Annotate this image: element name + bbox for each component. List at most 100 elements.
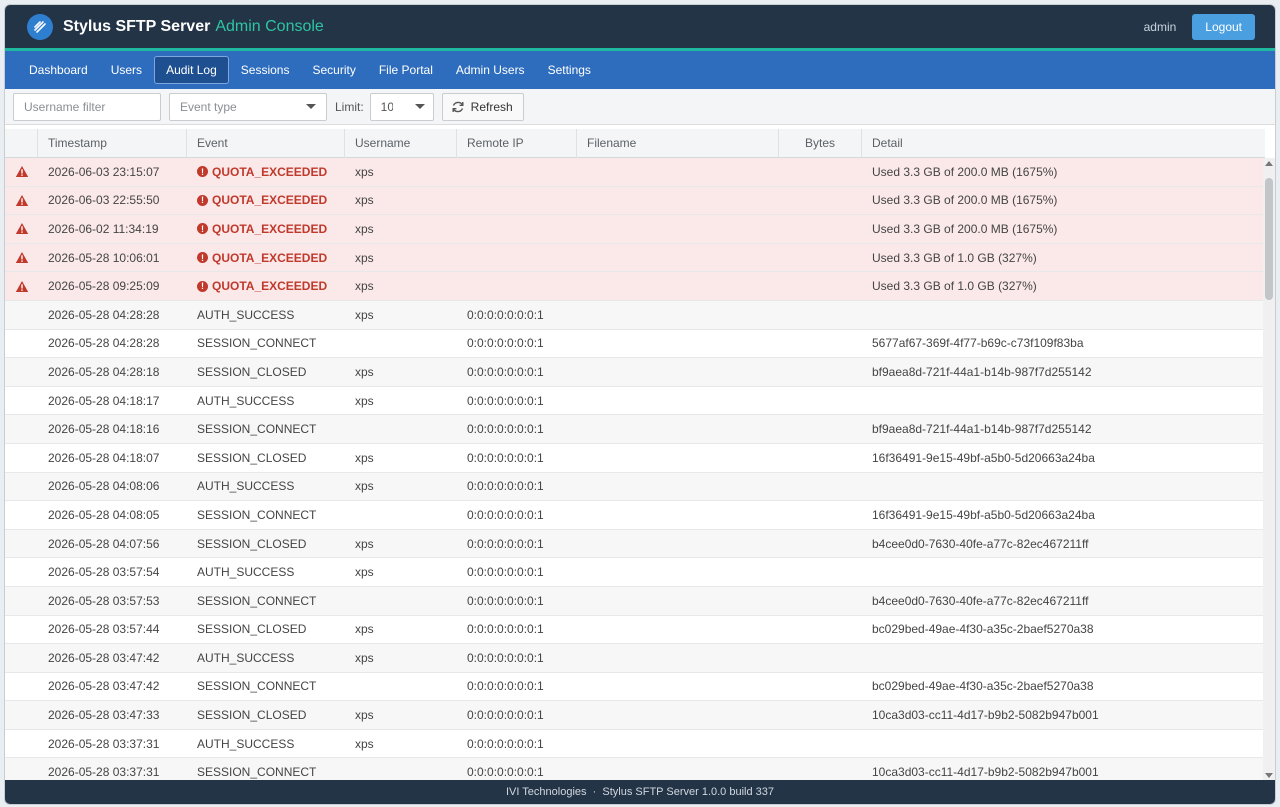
nav-sessions[interactable]: Sessions xyxy=(230,57,301,83)
table-row[interactable]: 2026-05-28 04:07:56 SESSION_CLOSED xps 0:0:… xyxy=(5,529,1265,559)
scroll-up-icon[interactable] xyxy=(1265,161,1273,166)
table-row[interactable]: 2026-05-28 04:08:05 SESSION_CONNECT 0:0:0:… xyxy=(5,501,1265,530)
table-row[interactable]: 2026-05-28 03:37:31 SESSION_CONNECT 0:0:0:… xyxy=(5,758,1265,781)
cell-timestamp: 2026-05-28 03:37:31 xyxy=(48,765,160,780)
nav-file-portal[interactable]: File Portal xyxy=(368,57,444,83)
nav-admin-users[interactable]: Admin Users xyxy=(445,57,536,83)
row-status-cell xyxy=(5,251,38,264)
cell-detail: Used 3.3 GB of 1.0 GB (327%) xyxy=(872,250,1037,265)
exclamation-circle-icon: ! xyxy=(197,194,208,206)
cell-username: xps xyxy=(355,221,374,236)
col-bytes[interactable]: Bytes xyxy=(779,129,862,158)
table-row[interactable]: 2026-06-03 23:15:07! QUOTA_EXCEEDED xps Use… xyxy=(5,158,1265,187)
cell-event: SESSION_CONNECT xyxy=(197,765,317,780)
table-row[interactable]: 2026-05-28 03:47:42 SESSION_CONNECT 0:0:0:… xyxy=(5,673,1265,702)
cell-timestamp: 2026-05-28 04:08:06 xyxy=(48,479,160,494)
cell-detail: 16f36491-9e15-49bf-a5b0-5d20663a24ba xyxy=(872,507,1095,522)
table-row[interactable]: 2026-05-28 04:08:06 AUTH_SUCCESS xps 0:0:0:… xyxy=(5,472,1265,502)
username-filter-input[interactable]: Username filter xyxy=(13,92,161,121)
cell-username: xps xyxy=(355,193,374,208)
footer: IVI Technologies · Stylus SFTP Server 1.… xyxy=(5,780,1275,804)
col-timestamp[interactable]: Timestamp xyxy=(38,129,187,158)
scroll-down-icon[interactable] xyxy=(1265,773,1273,778)
app-window: Stylus SFTP Server Admin Console admin L… xyxy=(4,4,1276,805)
logout-button[interactable]: Logout xyxy=(1192,13,1255,40)
table-row[interactable]: 2026-05-28 09:25:09! QUOTA_EXCEEDED xps Use… xyxy=(5,272,1265,301)
warning-triangle-icon xyxy=(15,280,28,292)
cell-timestamp: 2026-05-28 04:28:18 xyxy=(48,364,160,379)
table-row[interactable]: 2026-05-28 03:57:53 SESSION_CONNECT 0:0:0:… xyxy=(5,586,1265,616)
cell-username: xps xyxy=(355,565,374,580)
nav-settings[interactable]: Settings xyxy=(537,57,602,83)
col-event[interactable]: Event xyxy=(187,129,345,158)
stylus-logo-icon xyxy=(27,13,53,40)
cell-timestamp: 2026-05-28 04:18:16 xyxy=(48,422,160,437)
exclamation-circle-icon: ! xyxy=(197,166,208,178)
table-scrollbar[interactable] xyxy=(1263,158,1275,781)
cell-remote-ip: 0:0:0:0:0:0:0:1 xyxy=(467,336,544,351)
cell-remote-ip: 0:0:0:0:0:0:0:1 xyxy=(467,422,544,437)
nav-dashboard[interactable]: Dashboard xyxy=(18,57,99,83)
cell-timestamp: 2026-05-28 04:28:28 xyxy=(48,307,160,322)
cell-timestamp: 2026-05-28 03:47:42 xyxy=(48,679,160,694)
cell-remote-ip: 0:0:0:0:0:0:0:1 xyxy=(467,507,544,522)
cell-remote-ip: 0:0:0:0:0:0:0:1 xyxy=(467,450,544,465)
cell-username: xps xyxy=(355,536,374,551)
cell-remote-ip: 0:0:0:0:0:0:0:1 xyxy=(467,307,544,322)
scrollbar-thumb[interactable] xyxy=(1265,178,1273,300)
limit-select[interactable]: 10 xyxy=(369,92,434,121)
cell-event: SESSION_CLOSED xyxy=(197,708,307,723)
cell-event: SESSION_CLOSED xyxy=(197,536,307,551)
filter-bar: Username filter Event type Limit: 10 Ref… xyxy=(5,89,1275,125)
cell-username: xps xyxy=(355,479,374,494)
table-row[interactable]: 2026-05-28 03:57:54 AUTH_SUCCESS xps 0:0:0:… xyxy=(5,558,1265,587)
table-row[interactable]: 2026-06-03 22:55:50! QUOTA_EXCEEDED xps Use… xyxy=(5,186,1265,216)
app-subtitle: Admin Console xyxy=(215,17,324,35)
table-row[interactable]: 2026-05-28 04:28:18 SESSION_CLOSED xps 0:0:… xyxy=(5,358,1265,387)
nav-security[interactable]: Security xyxy=(301,57,366,83)
event-type-placeholder: Event type xyxy=(180,99,237,114)
table-row[interactable]: 2026-05-28 04:18:07 SESSION_CLOSED xps 0:0:… xyxy=(5,444,1265,473)
table-row[interactable]: 2026-05-28 04:18:17 AUTH_SUCCESS xps 0:0:0:… xyxy=(5,387,1265,416)
table-row[interactable]: 2026-05-28 04:18:16 SESSION_CONNECT 0:0:0:… xyxy=(5,415,1265,444)
cell-timestamp: 2026-05-28 03:57:44 xyxy=(48,622,160,637)
exclamation-circle-icon: ! xyxy=(197,280,208,292)
table-row[interactable]: 2026-05-28 04:28:28 AUTH_SUCCESS xps 0:0:0:… xyxy=(5,300,1265,330)
event-label: QUOTA_EXCEEDED xyxy=(212,221,328,236)
cell-timestamp: 2026-05-28 09:25:09 xyxy=(48,279,160,294)
cell-detail: 16f36491-9e15-49bf-a5b0-5d20663a24ba xyxy=(872,450,1095,465)
table-row[interactable]: 2026-05-28 03:37:31 AUTH_SUCCESS xps 0:0:0:… xyxy=(5,730,1265,759)
refresh-button[interactable]: Refresh xyxy=(441,92,524,121)
cell-detail: bc029bed-49ae-4f30-a35c-2baef5270a38 xyxy=(872,622,1094,637)
event-label: QUOTA_EXCEEDED xyxy=(212,279,328,294)
nav-users[interactable]: Users xyxy=(100,57,153,83)
col-filename[interactable]: Filename xyxy=(577,129,779,158)
cell-event: AUTH_SUCCESS xyxy=(197,393,295,408)
col-username[interactable]: Username xyxy=(345,129,457,158)
nav-audit-log[interactable]: Audit Log xyxy=(154,56,229,84)
cell-event: ! QUOTA_EXCEEDED xyxy=(187,251,345,265)
event-type-select[interactable]: Event type xyxy=(169,92,327,121)
table-row[interactable]: 2026-05-28 03:57:44 SESSION_CLOSED xps 0:0:… xyxy=(5,616,1265,645)
main-nav: Dashboard Users Audit Log Sessions Secur… xyxy=(5,51,1275,89)
exclamation-circle-icon: ! xyxy=(197,223,208,235)
exclamation-circle-icon: ! xyxy=(197,252,208,264)
row-status-cell xyxy=(5,280,38,293)
table-row[interactable]: 2026-05-28 10:06:01! QUOTA_EXCEEDED xps Use… xyxy=(5,243,1265,273)
cell-remote-ip: 0:0:0:0:0:0:0:1 xyxy=(467,622,544,637)
cell-username: xps xyxy=(355,250,374,265)
col-detail[interactable]: Detail xyxy=(862,129,1262,158)
app-title: Stylus SFTP Server xyxy=(63,17,211,35)
table-row[interactable]: 2026-05-28 03:47:33 SESSION_CLOSED xps 0:0:… xyxy=(5,701,1265,730)
cell-detail: Used 3.3 GB of 1.0 GB (327%) xyxy=(872,279,1037,294)
table-row[interactable]: 2026-05-28 03:47:42 AUTH_SUCCESS xps 0:0:0:… xyxy=(5,644,1265,673)
col-remote-ip[interactable]: Remote IP xyxy=(457,129,577,158)
cell-event: SESSION_CLOSED xyxy=(197,622,307,637)
table-row[interactable]: 2026-05-28 04:28:28 SESSION_CONNECT 0:0:0:… xyxy=(5,330,1265,359)
cell-detail: b4cee0d0-7630-40fe-a77c-82ec467211ff xyxy=(872,536,1089,551)
table-row[interactable]: 2026-06-02 11:34:19! QUOTA_EXCEEDED xps Use… xyxy=(5,215,1265,244)
cell-event: SESSION_CONNECT xyxy=(197,422,317,437)
cell-username: xps xyxy=(355,650,374,665)
warning-triangle-icon xyxy=(15,166,28,178)
cell-timestamp: 2026-05-28 04:08:05 xyxy=(48,507,160,522)
